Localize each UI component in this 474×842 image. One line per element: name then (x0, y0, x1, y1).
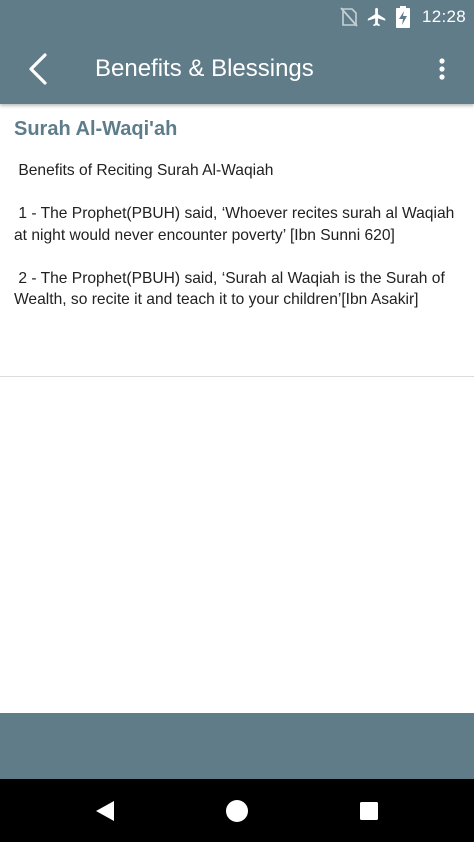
status-time: 12:28 (421, 7, 466, 26)
benefits-text: Benefits of Reciting Surah Al-Waqiah 1 -… (14, 162, 455, 308)
more-vert-icon (439, 58, 445, 80)
chevron-left-icon (29, 53, 47, 85)
nav-back-button[interactable] (75, 779, 135, 842)
bottom-panel (0, 713, 474, 779)
nav-recents-button[interactable] (339, 779, 399, 842)
surah-title: Surah Al-Waqi'ah (14, 118, 178, 140)
status-icons: 12:28 (340, 0, 466, 34)
back-button[interactable] (14, 44, 62, 94)
app-bar: Benefits & Blessings (0, 34, 474, 104)
home-circle-icon (226, 799, 248, 822)
overflow-menu-button[interactable] (422, 44, 462, 94)
airplane-mode-icon (366, 6, 388, 28)
status-bar: 12:28 (0, 0, 474, 34)
back-triangle-icon (96, 800, 114, 821)
page-title: Benefits & Blessings (95, 55, 314, 82)
recents-square-icon (360, 801, 378, 820)
no-sim-icon (340, 7, 358, 27)
nav-home-button[interactable] (207, 779, 267, 842)
battery-charging-icon (395, 6, 410, 28)
benefits-card: Surah Al-Waqi'ah Benefits of Reciting Su… (0, 106, 474, 377)
navigation-bar (0, 779, 474, 842)
